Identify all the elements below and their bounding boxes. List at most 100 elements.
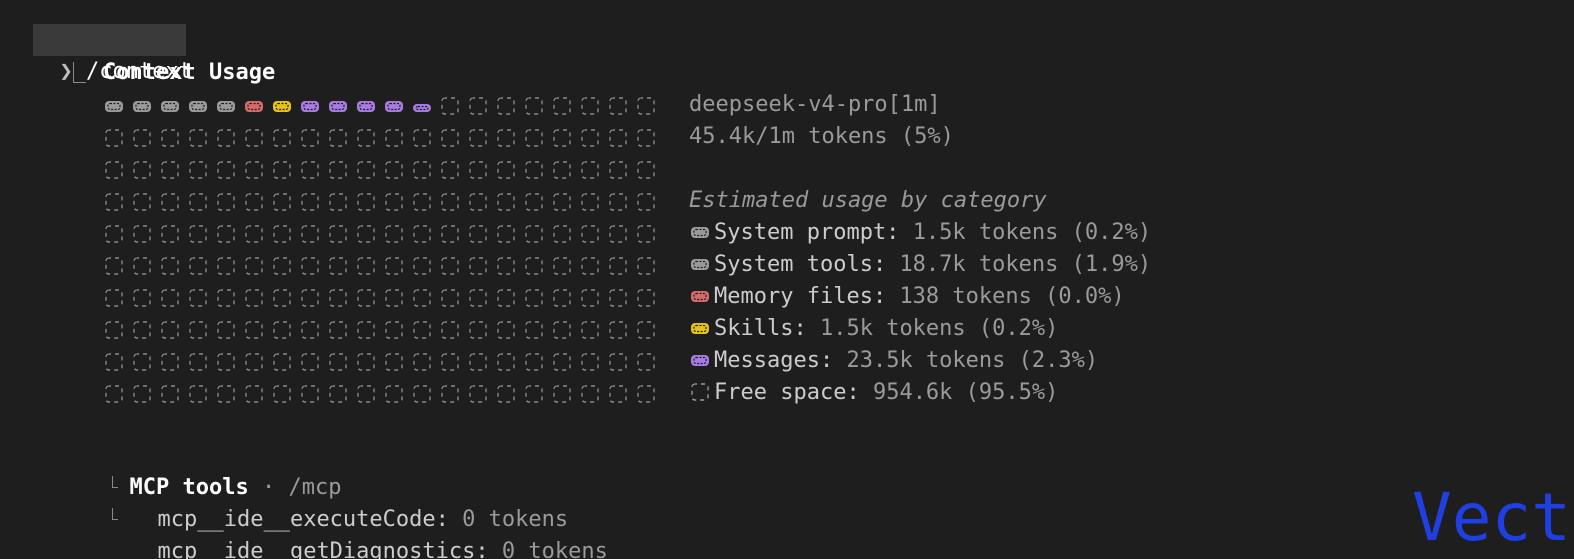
grid-cell-empty: [131, 378, 159, 410]
grid-cell-empty: [467, 90, 495, 122]
grid-cell-empty: [383, 186, 411, 218]
grid-cell-empty: [635, 282, 663, 314]
grid-cell-empty: [523, 378, 551, 410]
grid-cell-empty: [299, 218, 327, 250]
grid-cell-empty: [327, 218, 355, 250]
grid-cell-empty: [439, 378, 467, 410]
grid-cell-empty: [103, 378, 131, 410]
grid-cell-empty: [635, 154, 663, 186]
grid-cell-empty: [299, 314, 327, 346]
grid-cell-empty: [355, 250, 383, 282]
grid-cell-empty: [355, 282, 383, 314]
grid-cell-empty: [215, 218, 243, 250]
grid-cell-empty: [243, 282, 271, 314]
grid-cell-empty: [383, 282, 411, 314]
grid-cell-empty: [131, 250, 159, 282]
grid-cell-empty: [579, 90, 607, 122]
grid-cell-empty: [131, 154, 159, 186]
grid-cell-empty: [355, 346, 383, 378]
grid-cell-empty: [411, 218, 439, 250]
category-label: Skills:: [714, 316, 807, 341]
grid-cell-empty: [243, 346, 271, 378]
grid-cell-empty: [523, 218, 551, 250]
grid-cell-empty: [131, 314, 159, 346]
grid-cell-empty: [271, 314, 299, 346]
grid-cell-empty: [467, 378, 495, 410]
context-usage-title: Context Usage: [103, 60, 276, 85]
grid-cell-empty: [187, 122, 215, 154]
grid-cell-empty: [355, 122, 383, 154]
watermark-text: Vect: [1412, 479, 1571, 556]
grid-cell-empty: [131, 282, 159, 314]
grid-cell-empty: [523, 282, 551, 314]
grid-cell-filled: [327, 90, 355, 122]
category-value: 1.5k tokens (0.2%): [912, 220, 1152, 245]
grid-cell-empty: [187, 282, 215, 314]
grid-cell-empty: [635, 218, 663, 250]
category-row: System tools: 18.7k tokens (1.9%): [689, 249, 1151, 281]
grid-cell-empty: [159, 314, 187, 346]
mcp-tool-row: mcp__ide__getDiagnostics: 0 tokens: [131, 504, 608, 559]
grid-cell-filled: [103, 90, 131, 122]
category-label: Memory files:: [714, 284, 887, 309]
grid-cell-empty: [327, 122, 355, 154]
filled-block-icon: [689, 285, 711, 307]
grid-cell-empty: [607, 122, 635, 154]
grid-cell-empty: [523, 314, 551, 346]
grid-cell-filled: [355, 90, 383, 122]
grid-cell-empty: [159, 378, 187, 410]
grid-cell-empty: [215, 250, 243, 282]
grid-cell-empty: [215, 378, 243, 410]
mcp-tool-name: mcp__ide__getDiagnostics:: [157, 539, 489, 559]
grid-cell-empty: [103, 154, 131, 186]
grid-cell-empty: [243, 122, 271, 154]
grid-cell-empty: [271, 282, 299, 314]
grid-cell-empty: [159, 250, 187, 282]
grid-cell-empty: [411, 154, 439, 186]
grid-cell-empty: [187, 218, 215, 250]
grid-cell-empty: [271, 122, 299, 154]
filled-block-icon: [689, 317, 711, 339]
grid-cell-empty: [159, 346, 187, 378]
category-row: Messages: 23.5k tokens (2.3%): [689, 345, 1098, 377]
category-label: Messages:: [714, 348, 834, 373]
grid-cell-empty: [103, 346, 131, 378]
model-name: deepseek-v4-pro[1m]: [689, 92, 941, 117]
grid-cell-empty: [467, 314, 495, 346]
grid-cell-filled: [131, 90, 159, 122]
grid-cell-empty: [103, 218, 131, 250]
grid-cell-empty: [271, 186, 299, 218]
grid-cell-empty: [159, 282, 187, 314]
grid-cell-empty: [439, 122, 467, 154]
grid-cell-empty: [327, 282, 355, 314]
grid-cell-empty: [579, 282, 607, 314]
grid-cell-empty: [495, 314, 523, 346]
grid-cell-empty: [243, 154, 271, 186]
filled-block-icon: [689, 349, 711, 371]
grid-cell-empty: [495, 90, 523, 122]
grid-cell-empty: [607, 218, 635, 250]
grid-cell-empty: [383, 154, 411, 186]
prompt-chevron-icon: ❯: [59, 59, 73, 84]
grid-cell-filled: [243, 90, 271, 122]
grid-cell-empty: [495, 282, 523, 314]
grid-cell-empty: [299, 122, 327, 154]
grid-cell-empty: [299, 378, 327, 410]
grid-cell-empty: [467, 122, 495, 154]
grid-cell-empty: [635, 250, 663, 282]
grid-cell-empty: [551, 378, 579, 410]
grid-cell-empty: [383, 218, 411, 250]
grid-cell-empty: [271, 250, 299, 282]
grid-cell-filled: [159, 90, 187, 122]
grid-cell-empty: [551, 346, 579, 378]
grid-cell-empty: [103, 314, 131, 346]
grid-cell-empty: [467, 186, 495, 218]
grid-cell-empty: [327, 250, 355, 282]
grid-cell-empty: [187, 154, 215, 186]
mcp-header: MCP tools · /mcp: [103, 440, 342, 500]
grid-cell-empty: [439, 282, 467, 314]
grid-cell-empty: [243, 186, 271, 218]
grid-cell-empty: [215, 122, 243, 154]
mcp-tool-value: 0 tokens: [501, 539, 608, 559]
grid-cell-empty: [579, 186, 607, 218]
